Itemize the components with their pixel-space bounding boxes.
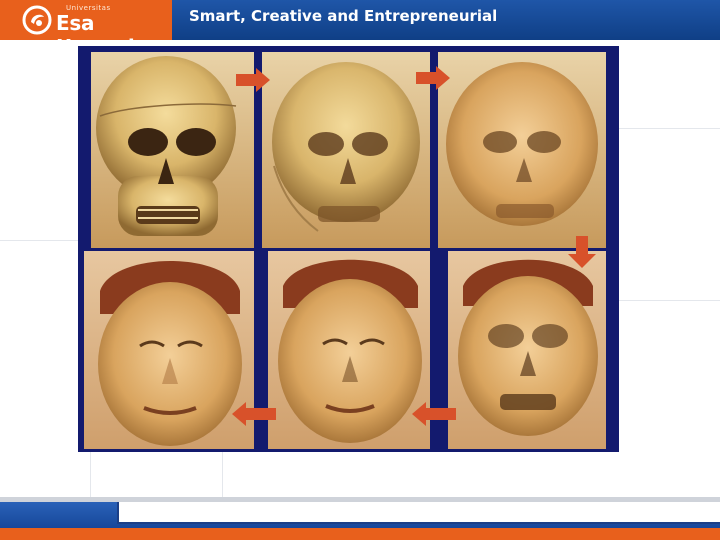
footer-accent-stripe	[0, 528, 720, 540]
tagline: Smart, Creative and Entrepreneurial	[189, 7, 498, 25]
panel-skull-overlay-1	[262, 52, 430, 248]
panel-skull-overlay-2	[438, 52, 606, 248]
logo: Universitas Esa Unggul	[0, 0, 172, 59]
panel-face-overlay	[268, 251, 430, 449]
background-divider	[222, 452, 223, 497]
figure-graphic	[84, 52, 606, 449]
facial-reconstruction-figure	[78, 46, 619, 452]
panel-face-overlay-skull	[448, 251, 606, 449]
panel-face-reconstruction	[84, 251, 254, 449]
background-divider	[619, 128, 720, 129]
background-divider	[0, 240, 78, 241]
logo-emblem-icon	[22, 5, 52, 35]
header-bar: Universitas Esa Unggul Smart, Creative a…	[0, 0, 720, 59]
background-divider	[619, 300, 720, 301]
background-divider	[90, 452, 91, 497]
footer-notch	[117, 502, 720, 524]
panel-skull	[91, 52, 254, 248]
